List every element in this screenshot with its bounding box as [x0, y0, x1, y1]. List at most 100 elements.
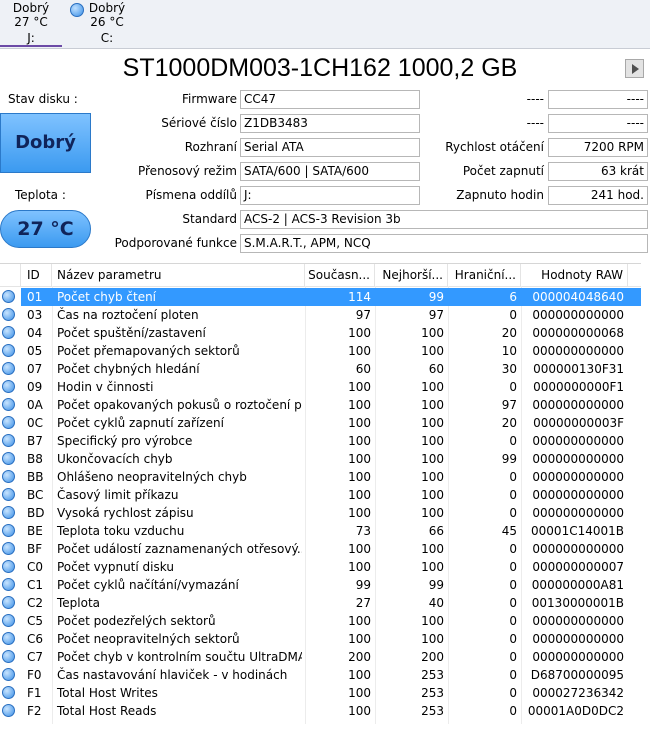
cell-id: C6	[27, 632, 44, 646]
table-row[interactable]: C1 Počet cyklů načítání/vymazání 99 99 0 0000…	[0, 576, 641, 594]
table-row[interactable]: 04 Počet spuštění/zastavení 100 100 20 000000…	[0, 324, 641, 342]
cell-raw: 000000000007	[532, 560, 624, 574]
cell-id: F0	[27, 668, 42, 682]
cell-id: C5	[27, 614, 44, 628]
table-row[interactable]: C6 Počet neopravitelných sektorů 100 100 0 00…	[0, 630, 641, 648]
table-row[interactable]: C0 Počet vypnutí disku 100 100 0 000000000007	[0, 558, 641, 576]
table-row[interactable]: C2 Teplota 27 40 0 00130000001B	[0, 594, 641, 612]
cell-id: BC	[27, 488, 44, 502]
health-status-icon	[2, 704, 15, 717]
header-raw[interactable]: Hodnoty RAW	[521, 264, 628, 286]
cell-threshold: 0	[509, 596, 517, 610]
cell-current: 100	[348, 686, 371, 700]
row-cells: 04 Počet spuštění/zastavení 100 100 20 000000…	[21, 324, 641, 342]
cell-threshold: 0	[509, 668, 517, 682]
cell-current: 99	[355, 578, 371, 592]
table-row[interactable]: 05 Počet přemapovaných sektorů 100 100 10 000…	[0, 342, 641, 360]
table-row[interactable]: F0 Čas nastavování hlaviček - v hodinách 1…	[0, 666, 641, 684]
table-row[interactable]: BB Ohlášeno neopravitelných chyb 100 100 0 00…	[0, 468, 641, 486]
serial-field: Z1DB3483	[240, 114, 420, 133]
drive-tab-j[interactable]: Dobrý 27 °C J:	[0, 0, 62, 47]
table-row[interactable]: 0A Počet opakovaných pokusů o roztočení p…	[0, 396, 641, 414]
cell-raw: 000000000000	[532, 632, 624, 646]
header-icon-column	[0, 264, 21, 286]
table-row[interactable]: C7 Počet chyb v kontrolním součtu UltraDM…	[0, 648, 641, 666]
next-disk-button[interactable]	[625, 59, 644, 78]
cell-current: 27	[355, 596, 371, 610]
cell-current: 100	[348, 326, 371, 340]
cell-current: 100	[348, 398, 371, 412]
cell-name: Počet neopravitelných sektorů	[57, 632, 240, 646]
cell-current: 100	[348, 434, 371, 448]
table-row[interactable]: 0C Počet cyklů zapnutí zařízení 100 100 20 00…	[0, 414, 641, 432]
health-status-icon	[2, 542, 15, 555]
cell-name: Specifický pro výrobce	[57, 434, 193, 448]
row-cells: BC Časový limit příkazu 100 100 0 00000000000…	[21, 486, 641, 504]
row-cells: C5 Počet podezřelých sektorů 100 100 0 000000…	[21, 612, 641, 630]
temperature-button[interactable]: 27 °C	[0, 210, 91, 248]
power-on-hours-label: Zapnuto hodin	[456, 188, 544, 202]
table-row[interactable]: B7 Specifický pro výrobce 100 100 0 000000000…	[0, 432, 641, 450]
table-row[interactable]: F1 Total Host Writes 100 253 0 000027236342	[0, 684, 641, 702]
health-status-icon	[2, 362, 15, 375]
table-row[interactable]: F2 Total Host Reads 100 253 0 00001A0D0DC2	[0, 702, 641, 720]
cell-threshold: 0	[509, 686, 517, 700]
health-status-icon	[2, 578, 15, 591]
header-name[interactable]: Název parametru	[52, 264, 305, 286]
cell-name: Počet vypnutí disku	[57, 560, 174, 574]
cell-id: F1	[27, 686, 42, 700]
table-row[interactable]: BF Počet událostí zaznamenaných otřesový.…	[0, 540, 641, 558]
health-status-icon	[2, 650, 15, 663]
table-row[interactable]: C5 Počet podezřelých sektorů 100 100 0 000000…	[0, 612, 641, 630]
health-status-icon	[2, 326, 15, 339]
header-id[interactable]: ID	[21, 264, 52, 286]
cell-current: 100	[348, 380, 371, 394]
header-current[interactable]: Současn...	[305, 264, 375, 286]
cell-worst: 66	[428, 524, 444, 538]
drive-tab-letter: J:	[27, 31, 35, 45]
table-row[interactable]: BE Teplota toku vzduchu 73 66 45 00001C14001B	[0, 522, 641, 540]
cell-worst: 100	[421, 344, 444, 358]
table-row[interactable]: 01 Počet chyb čtení 114 99 6 000004048640	[0, 288, 641, 306]
power-on-hours-field: 241 hod.	[548, 186, 648, 205]
interface-label: Rozhraní	[184, 140, 237, 154]
cell-worst: 100	[421, 326, 444, 340]
cell-threshold: 99	[501, 452, 517, 466]
cell-worst: 253	[421, 668, 444, 682]
row-cells: 09 Hodin v činnosti 100 100 0 0000000000F1	[21, 378, 641, 396]
cell-worst: 100	[421, 506, 444, 520]
table-row[interactable]: BD Vysoká rychlost zápisu 100 100 0 000000000…	[0, 504, 641, 522]
health-status-icon	[2, 398, 15, 411]
table-row[interactable]: 09 Hodin v činnosti 100 100 0 0000000000F1	[0, 378, 641, 396]
table-row[interactable]: B8 Ukončovacích chyb 100 100 99 000000000000	[0, 450, 641, 468]
cell-raw: 000000000000	[532, 344, 624, 358]
table-row[interactable]: 03 Čas na roztočení ploten 97 97 0 0000000000…	[0, 306, 641, 324]
cell-name: Počet cyklů zapnutí zařízení	[57, 416, 224, 430]
smart-attribute-table[interactable]: ID Název parametru Současn... Nejhorší..…	[0, 263, 641, 724]
cell-raw: 000000000000	[532, 308, 624, 322]
health-status-button[interactable]: Dobrý	[0, 113, 91, 173]
table-row[interactable]: 07 Počet chybných hledání 60 60 30 000000130F…	[0, 360, 641, 378]
cell-name: Čas nastavování hlaviček - v hodinách	[57, 668, 288, 682]
cell-raw: 000027236342	[532, 686, 624, 700]
cell-worst: 253	[421, 704, 444, 718]
header-worst[interactable]: Nejhorší...	[375, 264, 448, 286]
header-threshold[interactable]: Hraniční...	[448, 264, 521, 286]
drive-tab-c[interactable]: Dobrý 26 °C C:	[66, 0, 128, 47]
blank-label-1: ----	[526, 92, 544, 106]
row-cells: F2 Total Host Reads 100 253 0 00001A0D0DC2	[21, 702, 641, 720]
table-row[interactable]: BC Časový limit příkazu 100 100 0 00000000000…	[0, 486, 641, 504]
blank-field-2: ----	[548, 114, 648, 133]
cell-id: BF	[27, 542, 43, 556]
cell-id: 01	[27, 290, 43, 304]
cell-worst: 100	[421, 380, 444, 394]
blank-label-2: ----	[526, 116, 544, 130]
health-status-icon	[2, 416, 15, 429]
drive-letters-label: Písmena oddílů	[145, 188, 237, 202]
transfer-mode-label: Přenosový režim	[137, 164, 237, 178]
health-status-icon	[2, 506, 15, 519]
drive-tab-status: Dobrý	[12, 1, 50, 15]
row-cells: BF Počet událostí zaznamenaných otřesový.…	[21, 540, 641, 558]
cell-worst: 100	[421, 416, 444, 430]
cell-name: Teplota	[57, 596, 101, 610]
